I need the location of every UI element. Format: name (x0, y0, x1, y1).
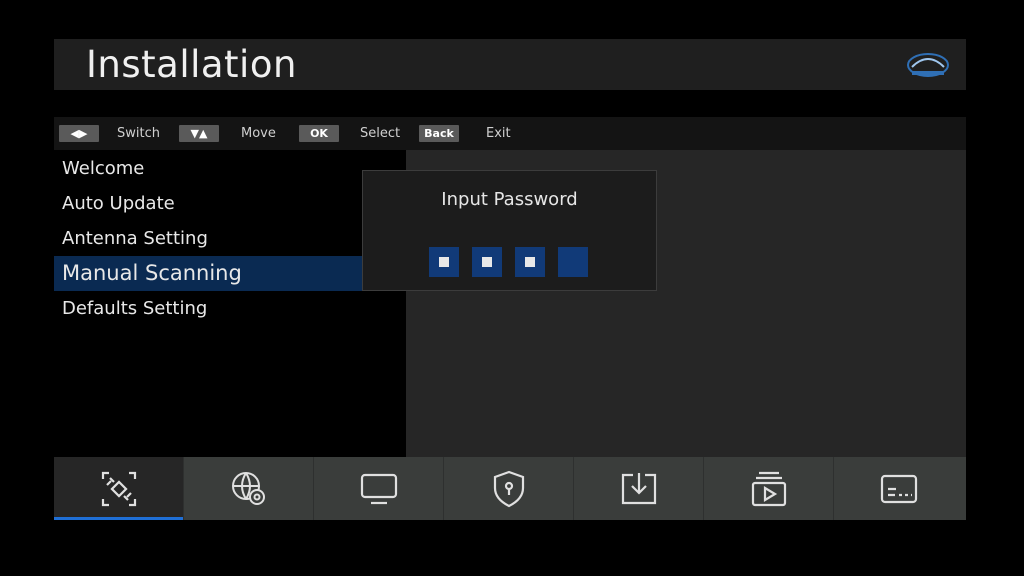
tab-security[interactable] (444, 457, 574, 520)
back-key-icon: Back (419, 125, 459, 142)
download-icon (621, 473, 657, 505)
left-right-key-icon: ◀▶ (59, 125, 99, 142)
tab-update[interactable] (574, 457, 704, 520)
bottom-category-bar (54, 457, 966, 520)
tab-media[interactable] (704, 457, 834, 520)
satellite-icon (101, 471, 137, 507)
menu-item-welcome[interactable]: Welcome (54, 151, 362, 186)
password-dot-icon (439, 257, 449, 267)
menu-item-auto-update[interactable]: Auto Update (54, 186, 362, 221)
hint-select-label: Select (360, 126, 401, 141)
password-dot-icon (525, 257, 535, 267)
tab-display[interactable] (314, 457, 444, 520)
hint-exit-label: Exit (486, 126, 511, 141)
dialog-title: Input Password (441, 189, 578, 210)
header-bar: Installation (54, 39, 966, 90)
brand-logo-icon (907, 53, 949, 77)
password-digit-1[interactable] (429, 247, 459, 277)
media-playlist-icon (751, 471, 787, 507)
password-dot-icon (482, 257, 492, 267)
hint-move-label: Move (241, 126, 276, 141)
subtitle-icon (880, 474, 918, 504)
password-digit-2[interactable] (472, 247, 502, 277)
globe-gear-icon (232, 472, 265, 505)
menu-item-manual-scanning[interactable]: Manual Scanning (54, 256, 362, 291)
page-title: Installation (86, 43, 297, 86)
menu-item-defaults-setting[interactable]: Defaults Setting (54, 291, 362, 326)
tab-subtitle[interactable] (834, 457, 964, 520)
installation-menu: Welcome Auto Update Antenna Setting Manu… (54, 150, 406, 457)
key-hint-bar: ◀▶ Switch ▼▲ Move OK Select Back Exit (54, 117, 966, 150)
hint-switch-label: Switch (117, 126, 160, 141)
shield-lock-icon (493, 470, 525, 508)
password-digit-3[interactable] (515, 247, 545, 277)
up-down-key-icon: ▼▲ (179, 125, 219, 142)
password-digit-4[interactable] (558, 247, 588, 277)
password-dialog: Input Password (362, 170, 657, 291)
menu-item-antenna-setting[interactable]: Antenna Setting (54, 221, 362, 256)
tab-installation[interactable] (54, 457, 184, 520)
ok-key-icon: OK (299, 125, 339, 142)
monitor-icon (360, 473, 398, 505)
tab-network[interactable] (184, 457, 314, 520)
